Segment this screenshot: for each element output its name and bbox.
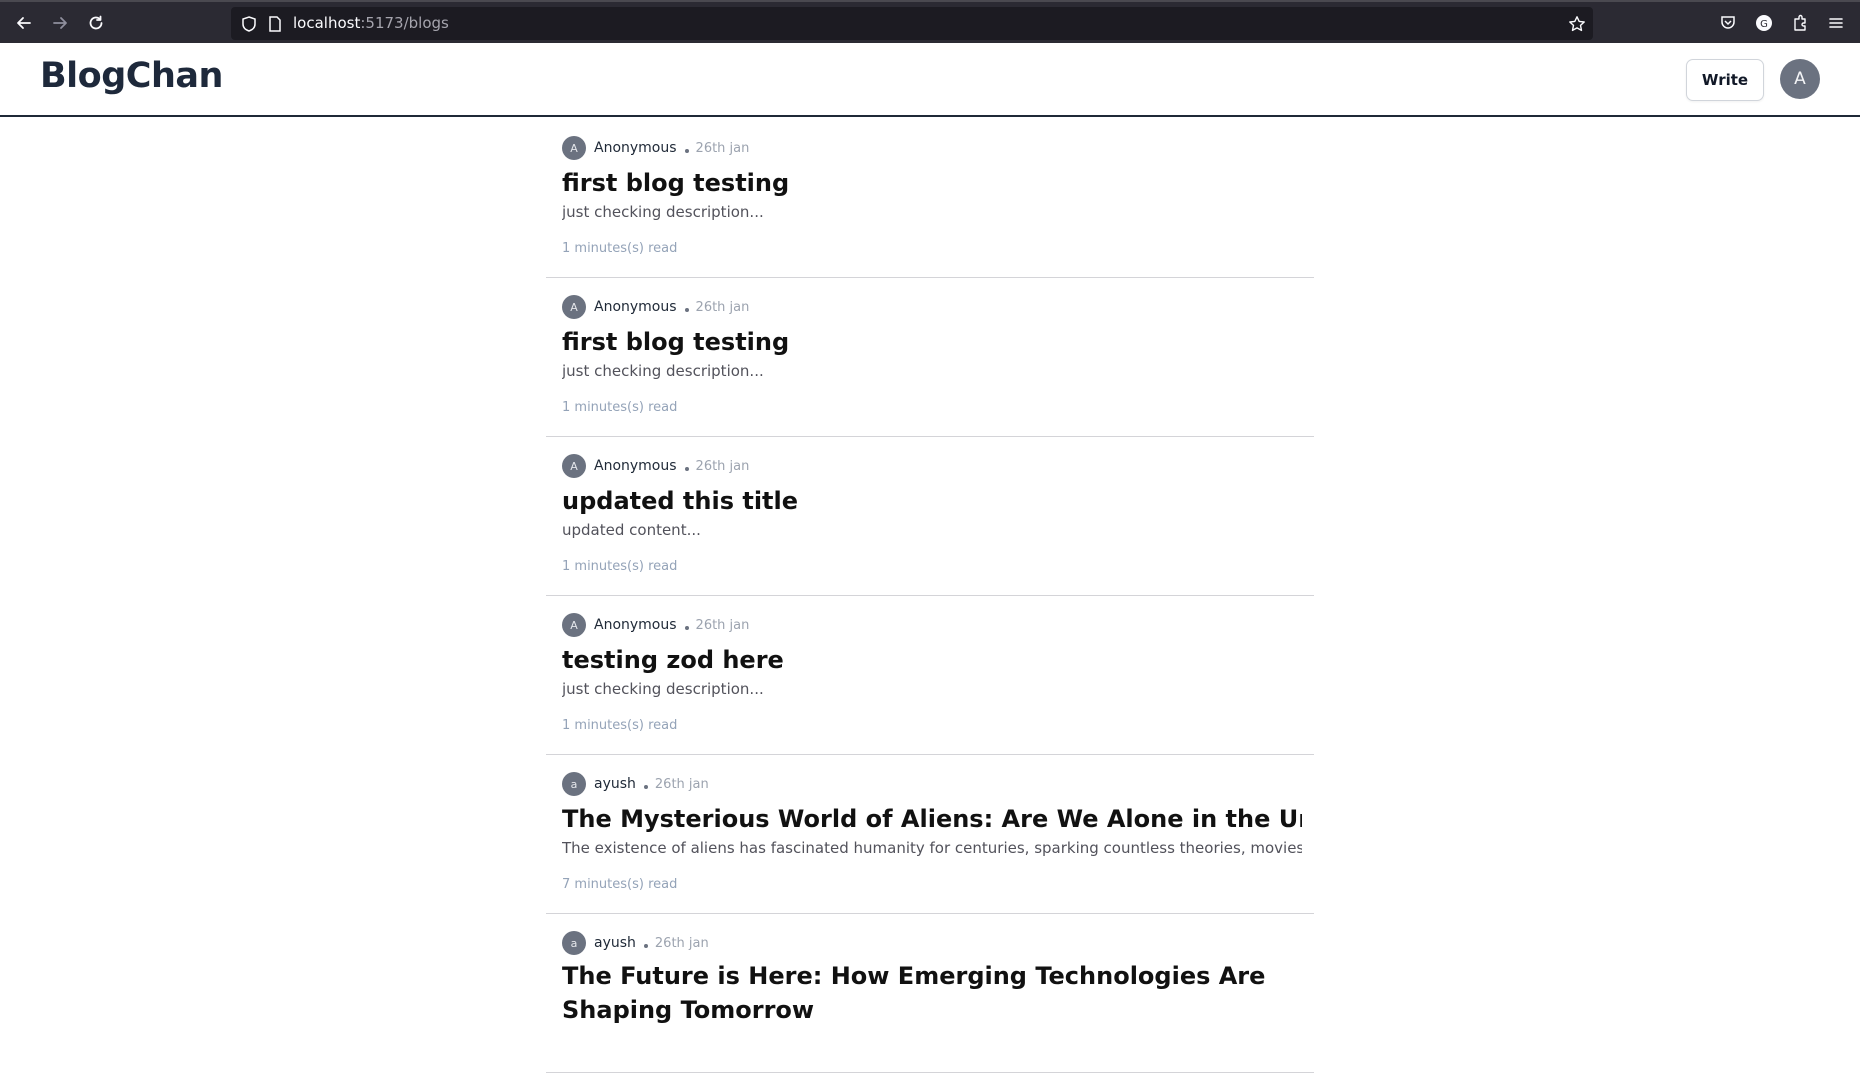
blog-description: just checking description... <box>562 203 764 221</box>
pocket-icon[interactable] <box>1718 13 1738 33</box>
publish-date: 26th jan <box>695 299 750 315</box>
blog-title[interactable]: testing zod here <box>562 646 1302 674</box>
author-name: Anonymous <box>594 617 677 633</box>
blog-description: just checking description... <box>562 362 764 380</box>
bookmark-star-icon[interactable] <box>1568 15 1586 33</box>
blog-card[interactable]: A Anonymous 26th jan first blog testing … <box>546 278 1314 437</box>
forward-icon[interactable] <box>48 11 72 35</box>
publish-date: 26th jan <box>654 776 709 792</box>
brand-logo[interactable]: BlogChan <box>40 56 223 96</box>
author-avatar: A <box>562 295 586 319</box>
user-avatar[interactable]: A <box>1780 59 1820 99</box>
publish-date: 26th jan <box>695 140 750 156</box>
write-button[interactable]: Write <box>1686 59 1764 101</box>
shield-icon[interactable] <box>240 15 258 33</box>
extensions-icon[interactable] <box>1790 13 1810 33</box>
menu-icon[interactable] <box>1826 13 1846 33</box>
blog-card[interactable]: a ayush 26th jan The Future is Here: How… <box>546 914 1314 1073</box>
blog-meta: a ayush 26th jan <box>562 772 709 796</box>
blog-meta: A Anonymous 26th jan <box>562 295 749 319</box>
reload-icon[interactable] <box>84 11 108 35</box>
account-icon[interactable]: G <box>1754 13 1774 33</box>
author-avatar: A <box>562 613 586 637</box>
blog-feed: A Anonymous 26th jan first blog testing … <box>546 119 1314 1073</box>
blog-description: The existence of aliens has fascinated h… <box>562 839 1302 857</box>
author-name: Anonymous <box>594 140 677 156</box>
blog-card[interactable]: A Anonymous 26th jan first blog testing … <box>546 119 1314 278</box>
blog-meta: A Anonymous 26th jan <box>562 613 749 637</box>
read-time: 1 minutes(s) read <box>562 400 678 415</box>
blog-title[interactable]: updated this title <box>562 487 1302 515</box>
blog-title[interactable]: The Mysterious World of Aliens: Are We A… <box>562 805 1302 833</box>
read-time: 1 minutes(s) read <box>562 559 678 574</box>
author-name: ayush <box>594 935 636 951</box>
author-name: Anonymous <box>594 299 677 315</box>
author-avatar: A <box>562 136 586 160</box>
blog-description: updated content... <box>562 521 701 539</box>
separator-dot <box>684 307 689 312</box>
publish-date: 26th jan <box>695 617 750 633</box>
back-icon[interactable] <box>12 11 36 35</box>
svg-text:G: G <box>1760 19 1768 30</box>
author-avatar: a <box>562 772 586 796</box>
separator-dot <box>684 148 689 153</box>
blog-title[interactable]: first blog testing <box>562 169 1302 197</box>
blog-meta: a ayush 26th jan <box>562 931 709 955</box>
separator-dot <box>684 625 689 630</box>
author-avatar: A <box>562 454 586 478</box>
separator-dot <box>643 943 648 948</box>
blog-description: just checking description... <box>562 680 764 698</box>
blog-card[interactable]: A Anonymous 26th jan updated this title … <box>546 437 1314 596</box>
separator-dot <box>643 784 648 789</box>
blog-card[interactable]: A Anonymous 26th jan testing zod here ju… <box>546 596 1314 755</box>
publish-date: 26th jan <box>654 935 709 951</box>
blog-meta: A Anonymous 26th jan <box>562 454 749 478</box>
publish-date: 26th jan <box>695 458 750 474</box>
address-bar[interactable]: localhost:5173/blogs <box>231 7 1593 40</box>
blog-title[interactable]: The Future is Here: How Emerging Technol… <box>562 959 1302 1027</box>
app-header: BlogChan Write A <box>0 43 1860 117</box>
url-text[interactable]: localhost:5173/blogs <box>293 14 449 32</box>
blog-card[interactable]: a ayush 26th jan The Mysterious World of… <box>546 755 1314 914</box>
url-path: :5173/blogs <box>360 14 449 32</box>
blog-title[interactable]: first blog testing <box>562 328 1302 356</box>
page-icon[interactable] <box>266 15 284 33</box>
url-host: localhost <box>293 14 361 32</box>
read-time: 7 minutes(s) read <box>562 877 678 892</box>
read-time: 1 minutes(s) read <box>562 241 678 256</box>
read-time: 1 minutes(s) read <box>562 718 678 733</box>
author-name: Anonymous <box>594 458 677 474</box>
separator-dot <box>684 466 689 471</box>
blog-meta: A Anonymous 26th jan <box>562 136 749 160</box>
author-avatar: a <box>562 931 586 955</box>
author-name: ayush <box>594 776 636 792</box>
browser-toolbar: localhost:5173/blogs G <box>0 0 1860 43</box>
